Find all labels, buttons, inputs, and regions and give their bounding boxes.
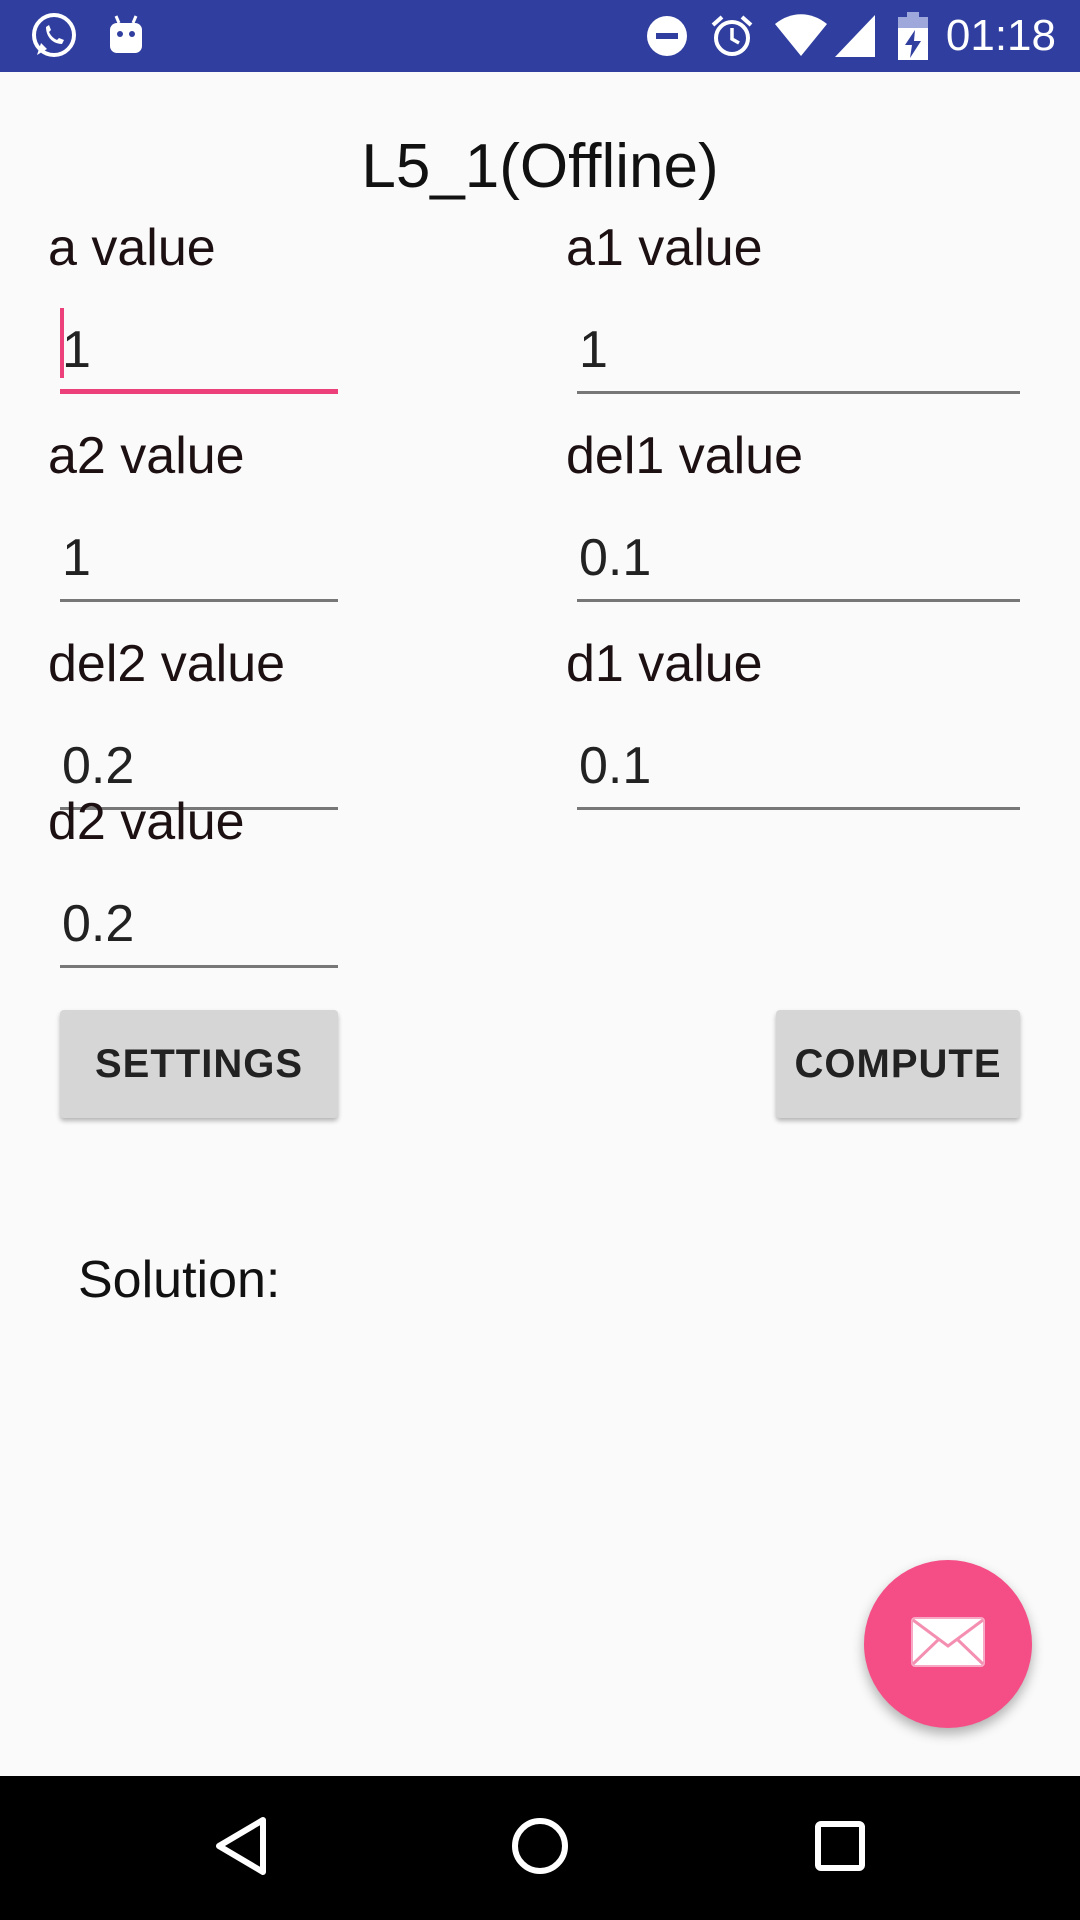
home-button[interactable]: [470, 1776, 610, 1920]
a-value-text: 1: [62, 321, 91, 379]
d1-value-label: d1 value: [566, 635, 763, 693]
a1-value-label: a1 value: [566, 219, 763, 277]
alarm-icon: [708, 0, 756, 72]
home-icon: [510, 1816, 570, 1881]
del1-value-label: del1 value: [566, 427, 804, 485]
a-value-input[interactable]: 1: [60, 308, 338, 394]
mail-icon: [910, 1616, 986, 1673]
del1-value-text: 0.1: [579, 529, 652, 587]
battery-charging-icon: [896, 0, 930, 72]
a1-value-input[interactable]: 1: [577, 310, 1020, 394]
del1-value-input[interactable]: 0.1: [577, 518, 1020, 602]
a1-value-text: 1: [579, 321, 608, 379]
android-icon: [104, 0, 148, 72]
a1-value-underline: [577, 391, 1020, 394]
d2-value-input[interactable]: 0.2: [60, 884, 338, 968]
status-bar: 01:18: [0, 0, 1080, 72]
settings-button[interactable]: SETTINGS: [60, 1010, 338, 1118]
a2-value-underline: [60, 599, 338, 602]
signal-icon: [834, 0, 876, 72]
do-not-disturb-icon: [644, 0, 690, 72]
a-value-underline: [60, 389, 338, 394]
back-button[interactable]: [171, 1776, 311, 1920]
a2-value-label: a2 value: [48, 427, 245, 485]
d1-value-input[interactable]: 0.1: [577, 726, 1020, 810]
recents-icon: [814, 1820, 866, 1877]
d1-value-text: 0.1: [579, 737, 652, 795]
navigation-bar: [0, 1776, 1080, 1920]
email-fab-button[interactable]: [864, 1560, 1032, 1728]
d2-value-text: 0.2: [62, 895, 135, 953]
del1-value-underline: [577, 599, 1020, 602]
del2-value-label: del2 value: [48, 635, 286, 693]
whatsapp-icon: [26, 0, 82, 72]
page-title: L5_1(Offline): [361, 132, 719, 201]
status-time: 01:18: [945, 11, 1056, 60]
a2-value-input[interactable]: 1: [60, 518, 338, 602]
d2-value-underline: [60, 965, 338, 968]
compute-button[interactable]: COMPUTE: [776, 1010, 1020, 1118]
wifi-icon: [772, 0, 830, 72]
recents-button[interactable]: [770, 1776, 910, 1920]
solution-label: Solution:: [78, 1251, 281, 1309]
a-value-label: a value: [48, 219, 216, 277]
a2-value-text: 1: [62, 529, 91, 587]
back-icon: [213, 1816, 269, 1881]
d1-value-underline: [577, 807, 1020, 810]
del2-value-text: 0.2: [62, 737, 135, 795]
d2-value-label: d2 value: [48, 793, 245, 851]
